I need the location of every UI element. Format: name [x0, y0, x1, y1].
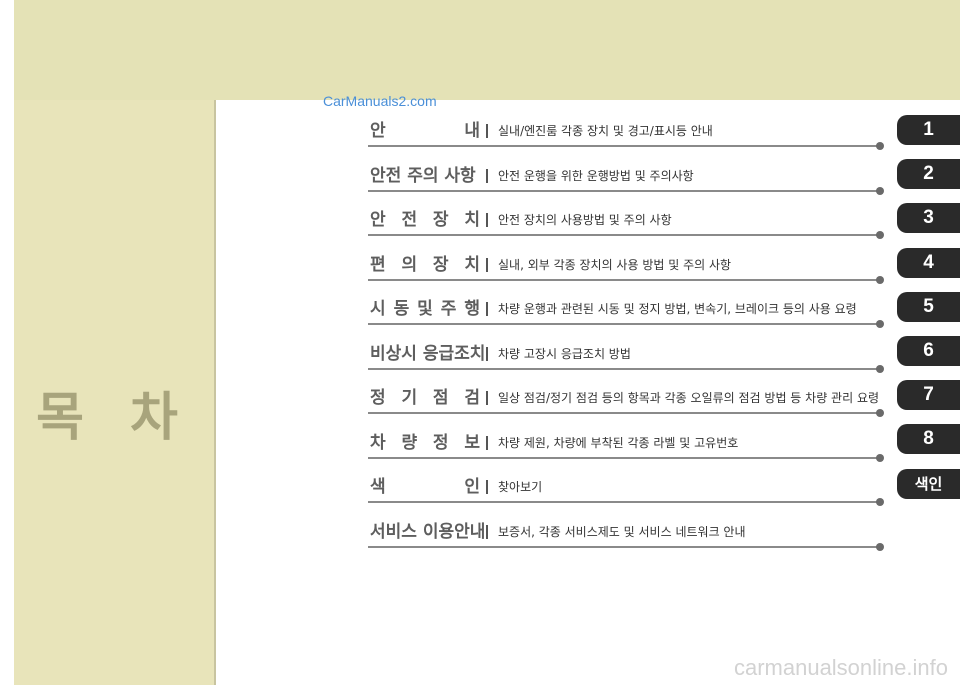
chapter-tab[interactable]: 색인 — [897, 468, 960, 499]
toc-underline — [368, 501, 882, 503]
toc-description: 차량 고장시 응급조치 방법 — [498, 346, 631, 361]
toc-underline — [368, 367, 882, 370]
toc-description: 보증서, 각종 서비스제도 및 서비스 네트워크 안내 — [498, 524, 746, 539]
toc-row[interactable]: 정 기 점 검 일상 점검/정기 점검 등의 항목과 각종 오일류의 점검 방법 등 차… — [368, 385, 884, 419]
toc-separator — [486, 124, 488, 138]
chapter-tab[interactable]: 6 — [897, 336, 960, 366]
toc-description: 실내, 외부 각종 장치의 사용 방법 및 주의 사항 — [498, 257, 732, 272]
toc-description: 차량 운행과 관련된 시동 및 정지 방법, 변속기, 브레이크 등의 사용 요… — [498, 302, 857, 316]
chapter-tab[interactable]: 3 — [897, 203, 960, 234]
toc-separator — [486, 524, 488, 539]
footer-watermark: carmanualsonline.info — [733, 655, 948, 680]
toc-dot-icon — [876, 409, 884, 417]
toc-dot-icon — [876, 364, 884, 373]
toc-underline — [368, 145, 882, 147]
toc-row[interactable]: 안 내 실내/엔진룸 각종 장치 및 경고/표시등 안내 — [368, 118, 884, 152]
toc-description: 차량 제원, 차량에 부착된 각종 라벨 및 고유번호 — [498, 435, 739, 450]
toc-separator — [486, 213, 488, 227]
toc-row[interactable]: 시 동 및 주 행 차량 운행과 관련된 시동 및 정지 방법, 변속기, 브레이크 등의… — [368, 296, 884, 330]
toc-separator — [486, 168, 488, 183]
toc-row[interactable]: 편 의 장 치 실내, 외부 각종 장치의 사용 방법 및 주의 사항 — [368, 252, 884, 286]
toc-underline — [368, 234, 882, 236]
toc-heading: 서비스 이용안내 — [370, 521, 486, 542]
chapter-tab[interactable]: 7 — [897, 380, 960, 411]
toc-underline — [368, 456, 882, 459]
chapter-tab[interactable]: 8 — [897, 424, 960, 455]
toc-underline — [368, 545, 882, 548]
toc-dot-icon — [876, 231, 884, 239]
toc-row[interactable]: 차 량 정 보 차량 제원, 차량에 부착된 각종 라벨 및 고유번호 — [368, 430, 884, 464]
toc-heading: 시동및주행 — [370, 299, 480, 319]
toc-dot-icon — [876, 142, 884, 150]
toc-separator — [486, 257, 488, 272]
toc-row[interactable]: 안전 주의 사항 안전 운행을 위한 운행방법 및 주의사항 — [368, 163, 884, 197]
toc-dot-icon — [876, 275, 884, 284]
toc-dot-icon — [876, 498, 884, 506]
toc-heading: 안전 주의 사항 — [370, 165, 476, 186]
chapter-tab[interactable]: 1 — [897, 115, 960, 145]
toc-separator — [486, 480, 488, 494]
toc-heading: 편의장치 — [370, 254, 480, 275]
toc-separator — [486, 391, 488, 405]
toc-separator — [486, 302, 488, 316]
toc-separator — [486, 346, 488, 361]
chapter-tab[interactable]: 4 — [897, 247, 960, 278]
chapter-tab[interactable]: 2 — [897, 159, 960, 190]
toc-underline — [368, 278, 882, 281]
toc-heading: 차량정보 — [370, 432, 480, 453]
toc-dot-icon — [876, 320, 884, 328]
toc-row[interactable]: 색 인 찾아보기 — [368, 474, 884, 508]
toc-description: 안전 운행을 위한 운행방법 및 주의사항 — [498, 168, 694, 183]
toc-separator — [486, 435, 488, 450]
toc-underline — [368, 323, 882, 325]
toc-underline — [368, 412, 882, 414]
toc-description: 일상 점검/정기 점검 등의 항목과 각종 오일류의 점검 방법 등 차량 관리… — [498, 391, 880, 405]
toc-heading: 비상시 응급조치 — [370, 343, 486, 364]
toc-heading: 안전장치 — [370, 210, 480, 230]
toc-description: 안전 장치의 사용방법 및 주의 사항 — [498, 213, 672, 227]
table-of-contents: 안 내 실내/엔진룸 각종 장치 및 경고/표시등 안내안전 주의 사항 안전 운행을… — [0, 0, 960, 685]
toc-description: 실내/엔진룸 각종 장치 및 경고/표시등 안내 — [498, 124, 713, 138]
toc-row[interactable]: 안 전 장 치 안전 장치의 사용방법 및 주의 사항 — [368, 207, 884, 241]
chapter-tab[interactable]: 5 — [897, 291, 960, 322]
toc-heading: 안내 — [370, 121, 480, 141]
toc-heading: 정기점검 — [370, 388, 480, 408]
toc-row[interactable]: 비상시 응급조치 차량 고장시 응급조치 방법 — [368, 341, 884, 375]
toc-underline — [368, 189, 882, 192]
toc-dot-icon — [876, 542, 884, 551]
toc-heading: 색인 — [370, 477, 480, 497]
toc-dot-icon — [876, 186, 884, 195]
toc-description: 찾아보기 — [498, 480, 543, 494]
toc-row[interactable]: 서비스 이용안내 보증서, 각종 서비스제도 및 서비스 네트워크 안내 — [368, 519, 884, 553]
toc-dot-icon — [876, 453, 884, 462]
